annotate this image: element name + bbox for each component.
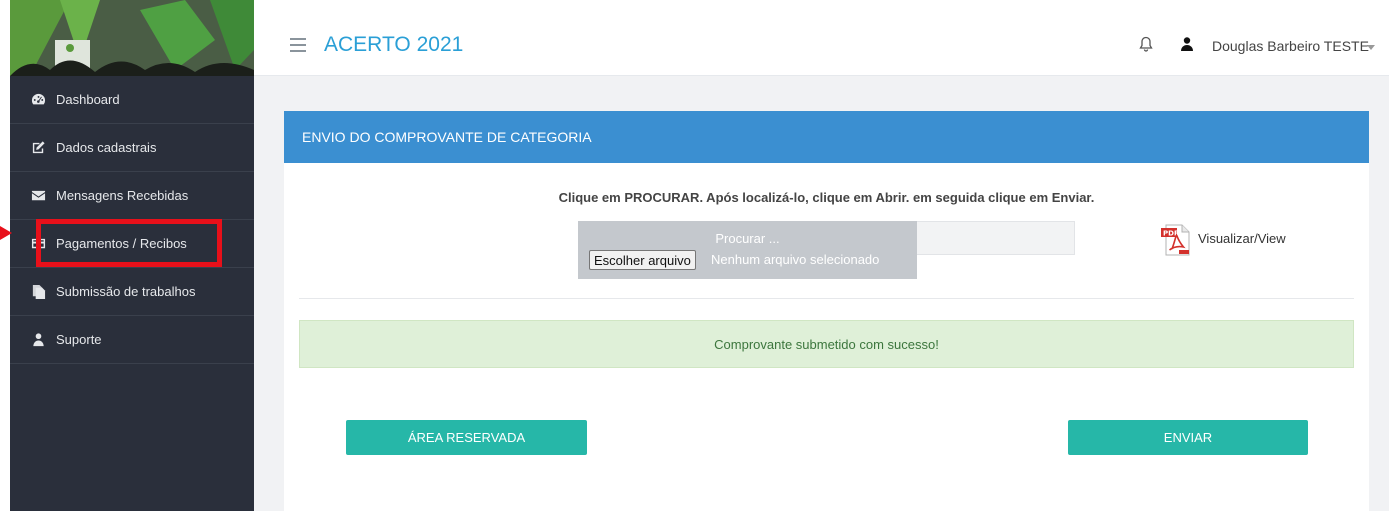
success-alert: Comprovante submetido com sucesso!: [299, 320, 1354, 368]
sidebar-item-dashboard[interactable]: Dashboard: [10, 76, 254, 124]
upload-instructions: Clique em PROCURAR. Após localizá-lo, cl…: [558, 190, 1095, 205]
sidebar-item-dados-cadastrais[interactable]: Dados cadastrais: [10, 124, 254, 172]
view-link[interactable]: Visualizar/View: [1198, 231, 1286, 246]
top-bar: ACERTO 2021 Douglas Barbeiro TESTE: [254, 0, 1389, 76]
left-gutter: [0, 0, 10, 511]
choose-file-button[interactable]: Escolher arquivo: [589, 250, 696, 270]
send-button[interactable]: ENVIAR: [1068, 420, 1308, 455]
app-title: ACERTO 2021: [324, 33, 464, 56]
pdf-icon[interactable]: PDF: [1160, 223, 1194, 257]
user-avatar-icon[interactable]: [1179, 36, 1195, 52]
chevron-down-icon[interactable]: [1367, 45, 1375, 50]
file-browse-area[interactable]: Procurar ... Escolher arquivo Nenhum arq…: [578, 221, 917, 279]
divider: [299, 298, 1354, 299]
menu-toggle-icon[interactable]: [290, 38, 306, 52]
sidebar: Dashboard Dados cadastrais Mensagens Rec…: [10, 0, 254, 511]
highlight-annotation-box: [36, 219, 222, 267]
no-file-selected-text: Nenhum arquivo selecionado: [711, 252, 880, 267]
dashboard-icon: [30, 92, 46, 108]
upload-panel: ENVIO DO COMPROVANTE DE CATEGORIA Clique…: [284, 111, 1369, 511]
sidebar-item-label: Submissão de trabalhos: [56, 284, 196, 299]
user-name[interactable]: Douglas Barbeiro TESTE: [1212, 38, 1369, 54]
sidebar-item-label: Dashboard: [56, 92, 120, 107]
sidebar-item-label: Dados cadastrais: [56, 140, 157, 155]
file-placeholder: Procurar ...: [715, 231, 780, 246]
panel-title: ENVIO DO COMPROVANTE DE CATEGORIA: [284, 111, 1369, 163]
user-icon: [30, 332, 46, 348]
sidebar-banner-image: [10, 0, 254, 76]
sidebar-item-suporte[interactable]: Suporte: [10, 316, 254, 364]
main-content: ENVIO DO COMPROVANTE DE CATEGORIA Clique…: [254, 76, 1389, 511]
edit-icon: [30, 140, 46, 156]
reserved-area-button[interactable]: ÁREA RESERVADA: [346, 420, 587, 455]
envelope-icon: [30, 188, 46, 204]
sidebar-item-label: Mensagens Recebidas: [56, 188, 189, 203]
bell-icon[interactable]: [1139, 36, 1153, 52]
sidebar-item-label: Suporte: [56, 332, 102, 347]
sidebar-item-mensagens[interactable]: Mensagens Recebidas: [10, 172, 254, 220]
sidebar-item-submissao[interactable]: Submissão de trabalhos: [10, 268, 254, 316]
files-icon: [30, 284, 46, 300]
annotation-arrow-icon: [0, 226, 12, 240]
